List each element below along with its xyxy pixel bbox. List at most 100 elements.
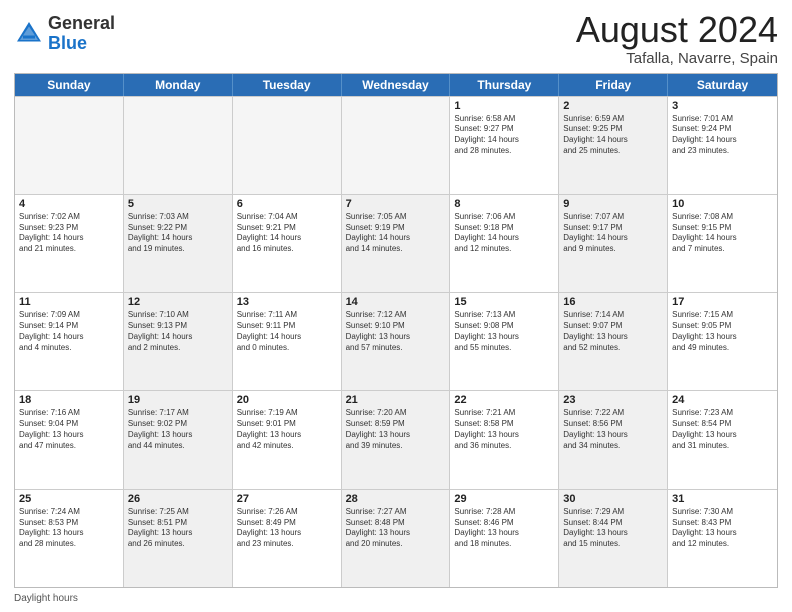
logo-blue: Blue (48, 33, 87, 53)
calendar-cell: 14 Sunrise: 7:12 AM Sunset: 9:10 PM Dayli… (342, 293, 451, 390)
weekday-header: Friday (559, 74, 668, 96)
cell-info: Sunrise: 7:10 AM Sunset: 9:13 PM Dayligh… (128, 310, 228, 353)
footer: Daylight hours (14, 593, 778, 604)
cell-info: Sunrise: 7:29 AM Sunset: 8:44 PM Dayligh… (563, 507, 663, 550)
calendar-cell: 20Sunrise: 7:19 AM Sunset: 9:01 PM Dayli… (233, 391, 342, 488)
logo-general: General (48, 13, 115, 33)
calendar: SundayMondayTuesdayWednesdayThursdayFrid… (14, 73, 778, 588)
cell-info: Sunrise: 7:21 AM Sunset: 8:58 PM Dayligh… (454, 408, 554, 451)
calendar-row: 25Sunrise: 7:24 AM Sunset: 8:53 PM Dayli… (15, 489, 777, 587)
cell-info: Sunrise: 7:24 AM Sunset: 8:53 PM Dayligh… (19, 507, 119, 550)
weekday-header: Saturday (668, 74, 777, 96)
day-number: 15 (454, 296, 554, 308)
day-number: 9 (563, 198, 663, 210)
day-number: 21 (346, 394, 446, 406)
calendar-cell: 26 Sunrise: 7:25 AM Sunset: 8:51 PM Dayli… (124, 490, 233, 587)
day-number: 19 (128, 394, 228, 406)
cell-info: Sunrise: 7:22 AM Sunset: 8:56 PM Dayligh… (563, 408, 663, 451)
calendar-header: SundayMondayTuesdayWednesdayThursdayFrid… (15, 74, 777, 96)
calendar-cell: 31 Sunrise: 7:30 AM Sunset: 8:43 PM Dayli… (668, 490, 777, 587)
cell-info: Sunrise: 7:15 AM Sunset: 9:05 PM Dayligh… (672, 310, 773, 353)
calendar-cell: 24 Sunrise: 7:23 AM Sunset: 8:54 PM Dayli… (668, 391, 777, 488)
cell-info: Sunrise: 7:03 AM Sunset: 9:22 PM Dayligh… (128, 212, 228, 255)
calendar-cell: 8Sunrise: 7:06 AM Sunset: 9:18 PM Daylig… (450, 195, 559, 292)
calendar-cell: 18 Sunrise: 7:16 AM Sunset: 9:04 PM Dayli… (15, 391, 124, 488)
location-title: Tafalla, Navarre, Spain (576, 50, 778, 67)
day-number: 8 (454, 198, 554, 210)
calendar-cell: 25Sunrise: 7:24 AM Sunset: 8:53 PM Dayli… (15, 490, 124, 587)
cell-info: Sunrise: 6:58 AM Sunset: 9:27 PM Dayligh… (454, 114, 554, 157)
day-number: 14 (346, 296, 446, 308)
calendar-cell: 1Sunrise: 6:58 AM Sunset: 9:27 PM Daylig… (450, 97, 559, 194)
calendar-cell: 23 Sunrise: 7:22 AM Sunset: 8:56 PM Dayli… (559, 391, 668, 488)
day-number: 4 (19, 198, 119, 210)
cell-info: Sunrise: 7:16 AM Sunset: 9:04 PM Dayligh… (19, 408, 119, 451)
calendar-cell: 2 Sunrise: 6:59 AM Sunset: 9:25 PM Daylig… (559, 97, 668, 194)
cell-info: Sunrise: 7:09 AM Sunset: 9:14 PM Dayligh… (19, 310, 119, 353)
cell-info: Sunrise: 7:20 AM Sunset: 8:59 PM Dayligh… (346, 408, 446, 451)
cell-info: Sunrise: 7:25 AM Sunset: 8:51 PM Dayligh… (128, 507, 228, 550)
cell-info: Sunrise: 7:30 AM Sunset: 8:43 PM Dayligh… (672, 507, 773, 550)
weekday-header: Tuesday (233, 74, 342, 96)
cell-info: Sunrise: 7:04 AM Sunset: 9:21 PM Dayligh… (237, 212, 337, 255)
page: General Blue August 2024 Tafalla, Navarr… (0, 0, 792, 612)
day-number: 28 (346, 493, 446, 505)
calendar-cell: 3 Sunrise: 7:01 AM Sunset: 9:24 PM Daylig… (668, 97, 777, 194)
day-number: 10 (672, 198, 773, 210)
day-number: 5 (128, 198, 228, 210)
logo-icon (14, 19, 44, 49)
calendar-cell: 15Sunrise: 7:13 AM Sunset: 9:08 PM Dayli… (450, 293, 559, 390)
calendar-cell (233, 97, 342, 194)
day-number: 3 (672, 100, 773, 112)
calendar-row: 1Sunrise: 6:58 AM Sunset: 9:27 PM Daylig… (15, 96, 777, 194)
cell-info: Sunrise: 7:12 AM Sunset: 9:10 PM Dayligh… (346, 310, 446, 353)
calendar-cell: 13Sunrise: 7:11 AM Sunset: 9:11 PM Dayli… (233, 293, 342, 390)
calendar-cell: 16Sunrise: 7:14 AM Sunset: 9:07 PM Dayli… (559, 293, 668, 390)
day-number: 24 (672, 394, 773, 406)
cell-info: Sunrise: 7:01 AM Sunset: 9:24 PM Dayligh… (672, 114, 773, 157)
cell-info: Sunrise: 7:28 AM Sunset: 8:46 PM Dayligh… (454, 507, 554, 550)
cell-info: Sunrise: 7:08 AM Sunset: 9:15 PM Dayligh… (672, 212, 773, 255)
weekday-header: Sunday (15, 74, 124, 96)
calendar-cell: 7 Sunrise: 7:05 AM Sunset: 9:19 PM Daylig… (342, 195, 451, 292)
calendar-body: 1Sunrise: 6:58 AM Sunset: 9:27 PM Daylig… (15, 96, 777, 587)
calendar-cell (124, 97, 233, 194)
cell-info: Sunrise: 7:05 AM Sunset: 9:19 PM Dayligh… (346, 212, 446, 255)
day-number: 18 (19, 394, 119, 406)
cell-info: Sunrise: 7:02 AM Sunset: 9:23 PM Dayligh… (19, 212, 119, 255)
day-number: 20 (237, 394, 337, 406)
cell-info: Sunrise: 7:26 AM Sunset: 8:49 PM Dayligh… (237, 507, 337, 550)
calendar-cell: 4 Sunrise: 7:02 AM Sunset: 9:23 PM Daylig… (15, 195, 124, 292)
cell-info: Sunrise: 6:59 AM Sunset: 9:25 PM Dayligh… (563, 114, 663, 157)
cell-info: Sunrise: 7:14 AM Sunset: 9:07 PM Dayligh… (563, 310, 663, 353)
calendar-cell (342, 97, 451, 194)
cell-info: Sunrise: 7:11 AM Sunset: 9:11 PM Dayligh… (237, 310, 337, 353)
cell-info: Sunrise: 7:17 AM Sunset: 9:02 PM Dayligh… (128, 408, 228, 451)
calendar-cell: 21 Sunrise: 7:20 AM Sunset: 8:59 PM Dayli… (342, 391, 451, 488)
weekday-header: Wednesday (342, 74, 451, 96)
calendar-row: 11Sunrise: 7:09 AM Sunset: 9:14 PM Dayli… (15, 292, 777, 390)
day-number: 17 (672, 296, 773, 308)
title-block: August 2024 Tafalla, Navarre, Spain (576, 10, 778, 67)
day-number: 23 (563, 394, 663, 406)
day-number: 7 (346, 198, 446, 210)
calendar-cell: 30Sunrise: 7:29 AM Sunset: 8:44 PM Dayli… (559, 490, 668, 587)
cell-info: Sunrise: 7:23 AM Sunset: 8:54 PM Dayligh… (672, 408, 773, 451)
calendar-cell: 6Sunrise: 7:04 AM Sunset: 9:21 PM Daylig… (233, 195, 342, 292)
day-number: 2 (563, 100, 663, 112)
header: General Blue August 2024 Tafalla, Navarr… (14, 10, 778, 67)
logo: General Blue (14, 14, 115, 54)
calendar-cell: 29Sunrise: 7:28 AM Sunset: 8:46 PM Dayli… (450, 490, 559, 587)
weekday-header: Monday (124, 74, 233, 96)
calendar-cell: 12Sunrise: 7:10 AM Sunset: 9:13 PM Dayli… (124, 293, 233, 390)
cell-info: Sunrise: 7:27 AM Sunset: 8:48 PM Dayligh… (346, 507, 446, 550)
calendar-cell: 22 Sunrise: 7:21 AM Sunset: 8:58 PM Dayli… (450, 391, 559, 488)
calendar-cell: 19 Sunrise: 7:17 AM Sunset: 9:02 PM Dayli… (124, 391, 233, 488)
calendar-cell: 27 Sunrise: 7:26 AM Sunset: 8:49 PM Dayli… (233, 490, 342, 587)
month-title: August 2024 (576, 10, 778, 50)
day-number: 31 (672, 493, 773, 505)
day-number: 26 (128, 493, 228, 505)
day-number: 22 (454, 394, 554, 406)
calendar-row: 18 Sunrise: 7:16 AM Sunset: 9:04 PM Dayli… (15, 390, 777, 488)
day-number: 27 (237, 493, 337, 505)
